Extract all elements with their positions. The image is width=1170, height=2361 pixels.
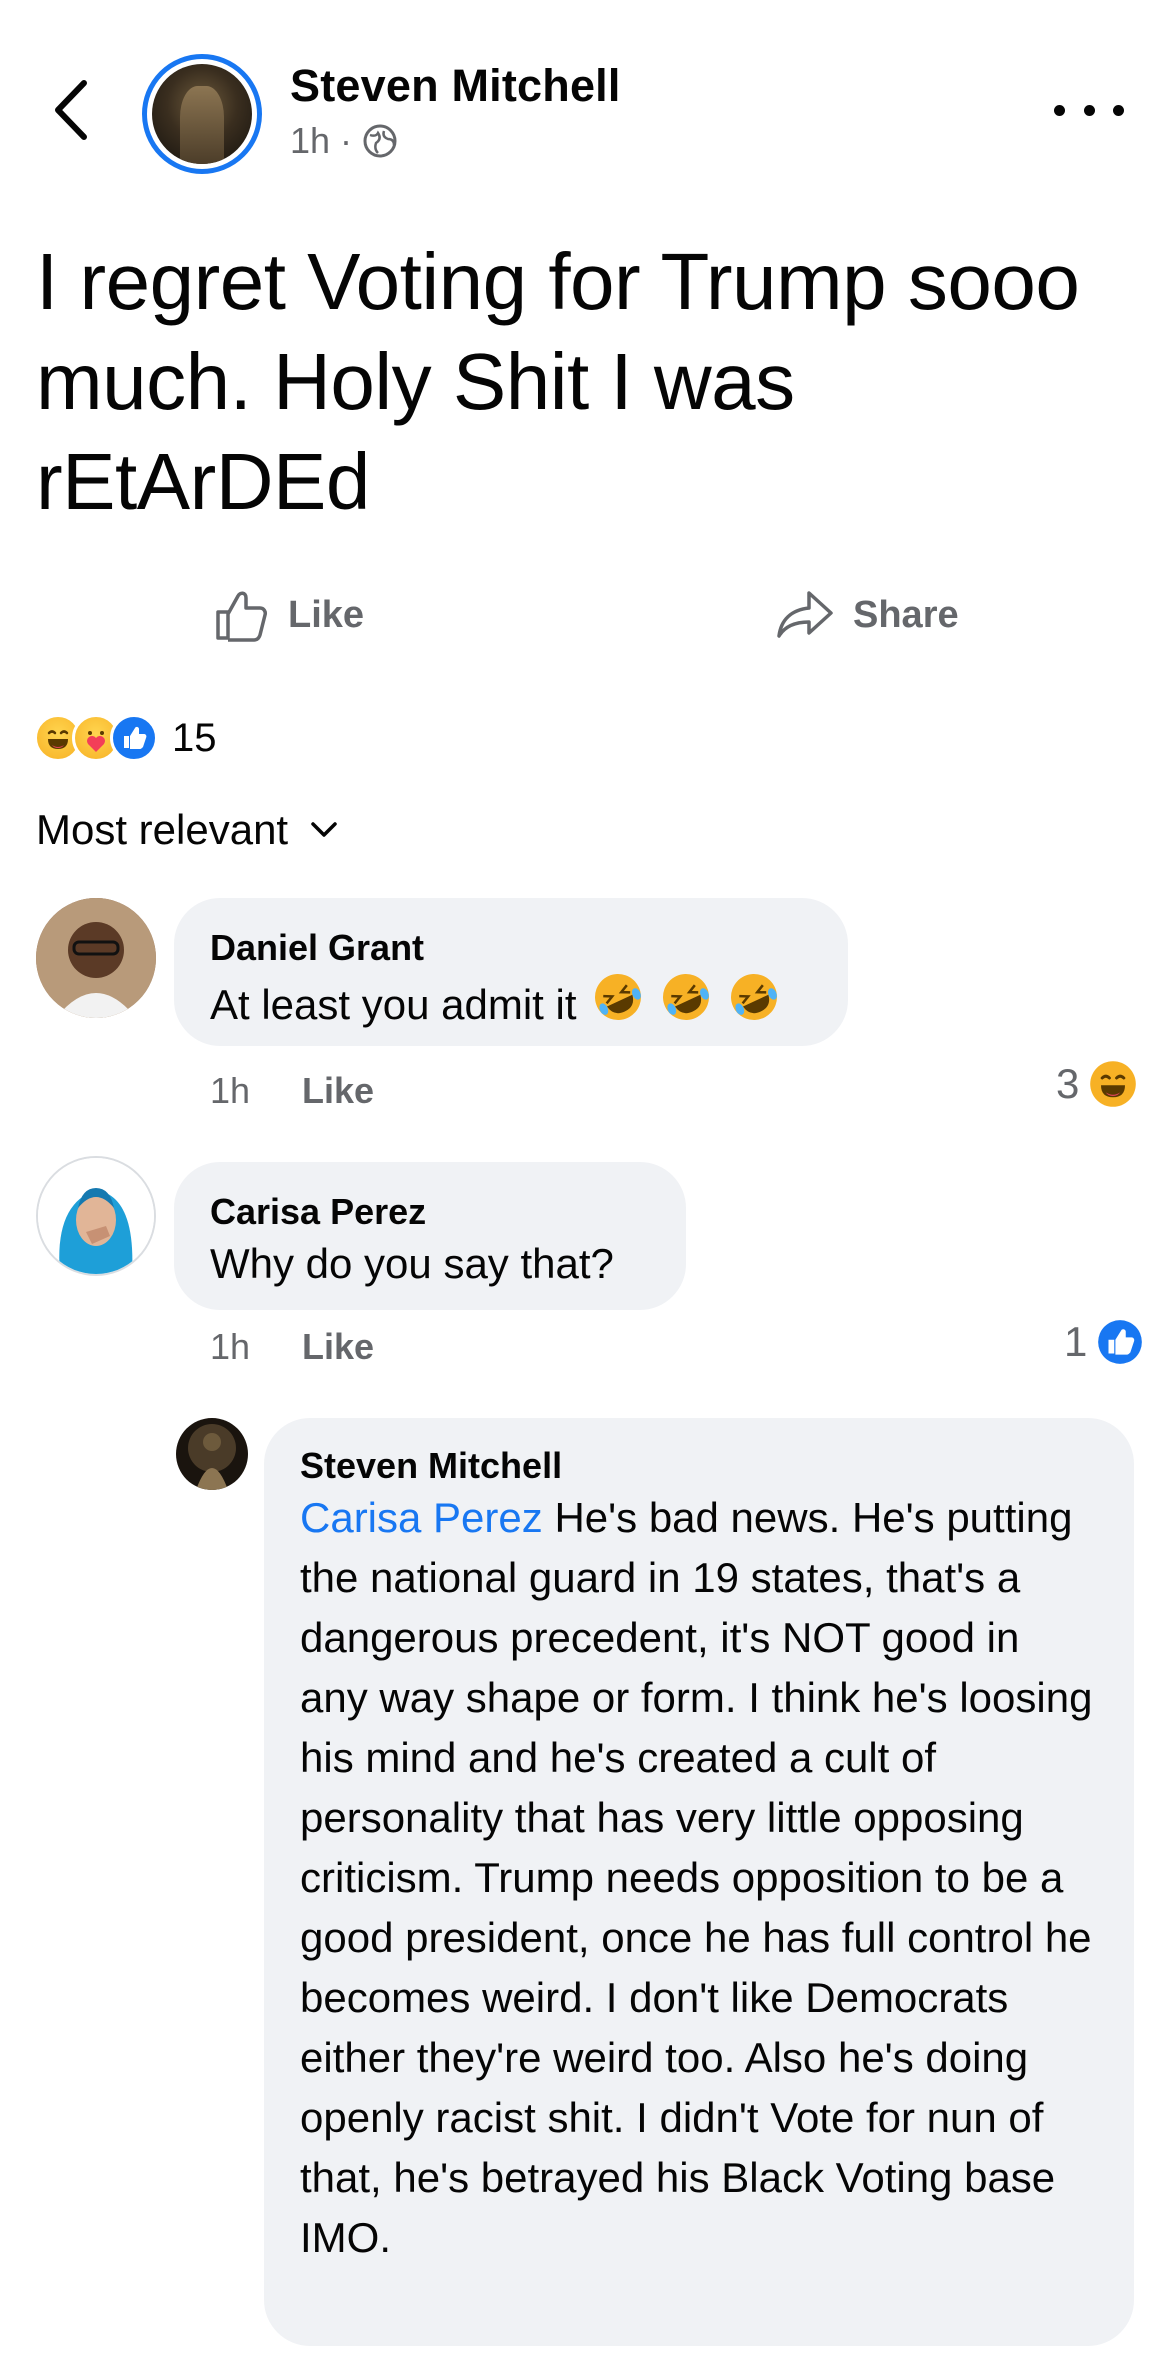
author-name[interactable]: Steven Mitchell	[290, 60, 621, 112]
reply-author-avatar[interactable]	[176, 1418, 248, 1490]
share-icon	[777, 591, 833, 638]
author-avatar[interactable]	[142, 54, 262, 174]
comment-meta: 1h Like	[210, 1070, 374, 1112]
more-dot	[1083, 104, 1095, 116]
comment-bubble: Daniel Grant At least you admit it	[174, 898, 848, 1046]
reply-text-block: Carisa Perez He's bad news. He's putting…	[300, 1488, 1098, 2268]
more-dot	[1113, 104, 1124, 116]
chevron-left-icon	[55, 80, 87, 140]
sort-label: Most relevant	[36, 806, 289, 853]
comment-reaction-count: 3	[1056, 1060, 1080, 1107]
comment-sort-dropdown[interactable]: Most relevant	[36, 806, 338, 854]
comment-text: Why do you say that?	[210, 1240, 614, 1287]
commenter-name[interactable]: Carisa Perez	[210, 1190, 650, 1234]
comment-time: 1h	[210, 1070, 251, 1111]
share-label: Share	[853, 593, 959, 636]
post-time: 1h	[290, 120, 331, 161]
commenter-avatar[interactable]	[36, 1156, 156, 1276]
back-button[interactable]	[40, 70, 100, 150]
reply-author-name[interactable]: Steven Mitchell	[300, 1444, 1098, 1488]
like-reaction-icon	[110, 714, 158, 762]
like-reaction-icon	[1098, 1320, 1143, 1364]
haha-icon	[1090, 1061, 1137, 1107]
comment-like-button[interactable]: Like	[302, 1326, 374, 1368]
reaction-count: 15	[172, 715, 217, 760]
post-header: Steven Mitchell 1h ·	[0, 0, 1170, 200]
rofl-emoji	[591, 970, 645, 1040]
commenter-name[interactable]: Daniel Grant	[210, 926, 812, 970]
comment-reaction-count: 1	[1064, 1318, 1088, 1365]
comment-reactions[interactable]: 3	[1056, 1060, 1137, 1108]
thumbs-up-icon	[216, 591, 267, 642]
comment-bubble: Carisa Perez Why do you say that?	[174, 1162, 686, 1310]
globe-icon	[363, 124, 397, 158]
chevron-down-icon	[311, 822, 337, 837]
comment-meta: 1h Like	[210, 1326, 374, 1368]
more-dot	[1054, 104, 1065, 116]
share-button[interactable]: Share	[775, 580, 959, 650]
comment-reactions[interactable]: 1	[1064, 1318, 1143, 1366]
meta-separator: ·	[340, 120, 353, 161]
like-button[interactable]: Like	[212, 580, 364, 650]
like-label: Like	[288, 593, 365, 636]
comment-text: At least you admit it	[210, 981, 577, 1028]
reactions-summary[interactable]: 15	[34, 710, 217, 766]
reply-text: He's bad news. He's putting the national…	[300, 1494, 1093, 2261]
post-text: I regret Voting for Trump sooo much. Hol…	[36, 237, 1080, 526]
rofl-emoji	[659, 970, 713, 1040]
comment-text-row: At least you admit it	[210, 970, 812, 1040]
reply-mention-link[interactable]: Carisa Perez	[300, 1494, 543, 1541]
rofl-emoji	[727, 970, 781, 1040]
post-meta: 1h ·	[290, 120, 398, 162]
more-options-button[interactable]	[1054, 90, 1124, 130]
commenter-avatar[interactable]	[36, 898, 156, 1018]
reply-bubble: Steven Mitchell Carisa Perez He's bad ne…	[264, 1418, 1134, 2346]
comment-like-button[interactable]: Like	[302, 1070, 374, 1112]
comment-time: 1h	[210, 1326, 251, 1367]
